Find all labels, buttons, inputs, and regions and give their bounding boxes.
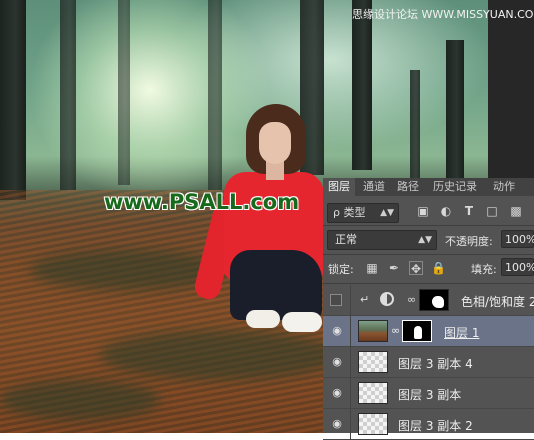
tree-trunk — [118, 0, 130, 185]
tree-trunk — [446, 40, 464, 180]
eye-icon[interactable]: ◉ — [331, 387, 343, 399]
lock-pixels-brush-icon[interactable]: ✒ — [387, 261, 401, 275]
panel-tabs: 图层 通道 路径 历史记录 动作 — [323, 178, 534, 196]
layer-thumbnail[interactable] — [358, 351, 388, 373]
layer-row-layer-3-copy[interactable]: ◉ 图层 3 副本 — [323, 378, 534, 409]
visibility-toggle-empty[interactable] — [330, 294, 342, 306]
layers-panel: 图层 通道 路径 历史记录 动作 ρ 类型 ▲▼ ▣ ◐ T □ ▩ 正常 ▲▼… — [323, 178, 534, 440]
tab-actions[interactable]: 动作 — [487, 178, 521, 196]
divider — [323, 283, 534, 284]
layer-mask-thumbnail[interactable] — [402, 320, 432, 342]
blend-mode-select[interactable]: 正常 ▲▼ — [327, 230, 437, 250]
layer-filter-select[interactable]: ρ 类型 ▲▼ — [327, 203, 399, 223]
tab-history[interactable]: 历史记录 — [427, 178, 483, 196]
opacity-input[interactable]: 100% — [501, 230, 534, 248]
layer-row-layer-3-copy-4[interactable]: ◉ 图层 3 副本 4 — [323, 347, 534, 378]
layer-name[interactable]: 图层 3 副本 — [398, 386, 461, 403]
layer-row-hue-saturation[interactable]: ↵ ∞ 色相/饱和度 2 — [323, 285, 534, 316]
divider — [350, 409, 351, 440]
smart-object-filter-icon[interactable]: ▩ — [509, 204, 523, 218]
chevron-updown-icon: ▲▼ — [418, 235, 432, 245]
clipping-arrow-icon: ↵ — [360, 293, 370, 306]
layer-thumbnail[interactable] — [358, 382, 388, 404]
eye-icon[interactable]: ◉ — [331, 325, 343, 337]
blend-mode-value: 正常 — [335, 233, 357, 246]
adjustment-layer-icon — [380, 292, 394, 306]
ground-shadow — [100, 330, 340, 380]
lock-transparency-icon[interactable]: ▦ — [365, 261, 379, 275]
layer-thumbnail[interactable] — [358, 413, 388, 435]
mask-shape — [432, 296, 444, 308]
eye-icon[interactable]: ◉ — [331, 418, 343, 430]
divider — [350, 316, 351, 347]
lock-position-move-icon[interactable]: ✥ — [409, 261, 423, 276]
woman-pants — [230, 250, 322, 320]
layer-name[interactable]: 图层 1 — [444, 324, 479, 341]
woman-shoe — [282, 312, 322, 332]
layer-mask-thumbnail[interactable] — [419, 289, 449, 311]
layer-name[interactable]: 色相/饱和度 2 — [461, 293, 534, 310]
type-filter-icon[interactable]: T — [462, 204, 476, 218]
tab-paths[interactable]: 路径 — [393, 178, 423, 196]
woman-face — [259, 122, 291, 164]
site-watermark: www.PSALL.com — [104, 190, 300, 214]
opacity-label: 不透明度: — [445, 235, 493, 248]
layer-name[interactable]: 图层 3 副本 4 — [398, 355, 473, 372]
fill-label: 填充: — [471, 263, 497, 276]
adjustment-filter-icon[interactable]: ◐ — [439, 204, 453, 218]
woman-shoe — [246, 310, 280, 328]
lock-label: 锁定: — [328, 263, 354, 276]
divider — [350, 347, 351, 378]
shape-filter-icon[interactable]: □ — [485, 204, 499, 218]
layer-row-layer-1[interactable]: ◉ ∞ 图层 1 — [323, 316, 534, 347]
layer-name[interactable]: 图层 3 副本 2 — [398, 417, 473, 434]
divider — [323, 254, 534, 255]
image-filter-icon[interactable]: ▣ — [416, 204, 430, 218]
filter-label: ρ 类型 — [333, 206, 366, 219]
chain-link-icon[interactable]: ∞ — [407, 293, 416, 306]
divider — [350, 285, 351, 316]
divider — [350, 378, 351, 409]
chain-link-icon[interactable]: ∞ — [391, 324, 400, 337]
lock-all-icon[interactable]: 🔒 — [431, 261, 446, 275]
forum-watermark: 思缘设计论坛 WWW.MISSYUAN.COM — [352, 8, 534, 21]
layer-thumbnail[interactable] — [358, 320, 388, 342]
tab-channels[interactable]: 通道 — [359, 178, 389, 196]
tree-trunk — [60, 0, 76, 190]
chevron-updown-icon: ▲▼ — [380, 208, 394, 218]
eye-icon[interactable]: ◉ — [331, 356, 343, 368]
divider — [323, 225, 534, 226]
canvas-edge — [488, 0, 534, 200]
tree-trunk — [352, 0, 372, 170]
layer-row-layer-3-copy-2[interactable]: ◉ 图层 3 副本 2 — [323, 409, 534, 440]
mask-shape — [414, 326, 422, 339]
tree-trunk — [410, 70, 420, 180]
ground-shadow — [0, 380, 160, 420]
tree-trunk — [208, 0, 222, 190]
fill-input[interactable]: 100% — [501, 258, 534, 276]
tree-trunk — [0, 0, 26, 200]
tab-layers[interactable]: 图层 — [323, 178, 355, 196]
